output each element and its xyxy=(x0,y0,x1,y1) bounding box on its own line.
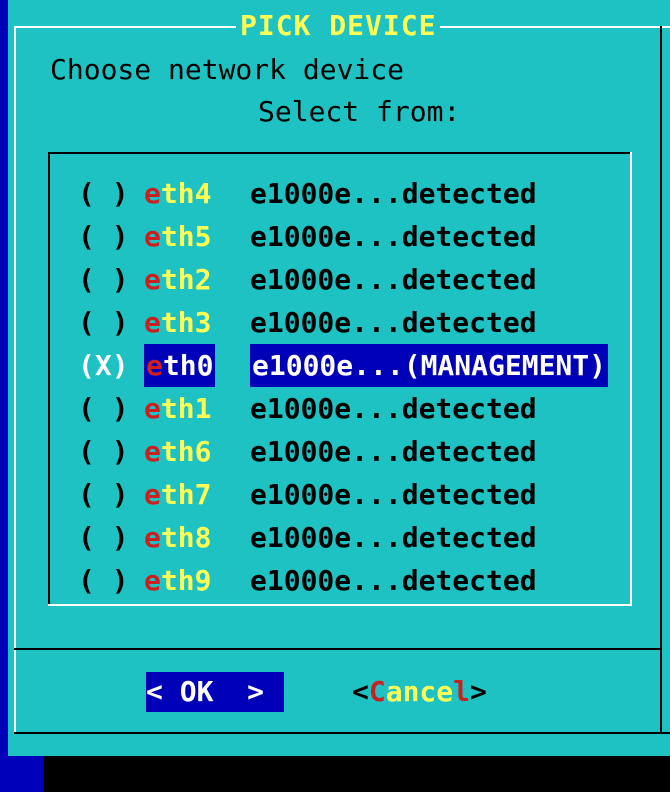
listbox-top xyxy=(48,152,632,154)
device-list: ( ) eth4 e1000e...detected( ) eth5 e1000e...… xyxy=(48,172,632,602)
radio-mark[interactable]: ( ) xyxy=(78,215,129,258)
device-row[interactable]: ( ) eth5 e1000e...detected xyxy=(48,215,632,258)
device-name: eth7 xyxy=(144,473,211,516)
device-row[interactable]: ( ) eth7 e1000e...detected xyxy=(48,473,632,516)
device-name-hotkey: e xyxy=(144,177,161,210)
device-description: e1000e...detected xyxy=(250,564,537,597)
listbox-bottom xyxy=(48,604,632,606)
frame-right xyxy=(660,26,662,732)
device-name: eth1 xyxy=(144,387,211,430)
radio-mark[interactable]: (X) xyxy=(78,344,129,387)
cancel-button[interactable]: <Cancel> xyxy=(352,672,487,712)
device-name-rest: th0 xyxy=(162,349,214,382)
device-row[interactable]: (X) eth0 e1000e...(MANAGEMENT) xyxy=(48,344,632,387)
cancel-right-bracket: > xyxy=(470,675,487,708)
dialog-prompt: Choose network device xyxy=(50,53,405,86)
device-description: e1000e...detected xyxy=(250,521,537,554)
device-name-hotkey: e xyxy=(144,564,161,597)
device-name-rest: th4 xyxy=(160,177,212,210)
cancel-label-tail: l xyxy=(453,675,471,708)
device-name: eth0 xyxy=(144,344,216,387)
device-name: eth4 xyxy=(144,172,211,215)
device-name-hotkey: e xyxy=(144,478,161,511)
device-row[interactable]: ( ) eth6 e1000e...detected xyxy=(48,430,632,473)
device-name-rest: th2 xyxy=(160,263,212,296)
ok-right-bracket: > xyxy=(247,675,265,708)
device-row[interactable]: ( ) eth3 e1000e...detected xyxy=(48,301,632,344)
radio-mark[interactable]: ( ) xyxy=(78,516,129,559)
button-separator xyxy=(14,648,660,650)
device-name-hotkey: e xyxy=(144,220,161,253)
device-name: eth5 xyxy=(144,215,211,258)
device-row[interactable]: ( ) eth9 e1000e...detected xyxy=(48,559,632,602)
device-name-hotkey: e xyxy=(144,306,161,339)
device-name: eth8 xyxy=(144,516,211,559)
device-row[interactable]: ( ) eth4 e1000e...detected xyxy=(48,172,632,215)
radio-mark[interactable]: ( ) xyxy=(78,559,129,602)
device-name-hotkey: e xyxy=(144,435,161,468)
cancel-label-rest: ance xyxy=(385,675,454,708)
device-name-hotkey: e xyxy=(146,349,163,382)
cancel-hotkey: C xyxy=(368,675,386,708)
device-name-rest: th7 xyxy=(160,478,212,511)
device-description: e1000e...detected xyxy=(250,478,537,511)
radio-mark[interactable]: ( ) xyxy=(78,387,129,430)
device-row[interactable]: ( ) eth8 e1000e...detected xyxy=(48,516,632,559)
terminal-screen: PICK DEVICE Choose network device Select… xyxy=(0,0,670,792)
dialog-shadow xyxy=(44,756,670,792)
radio-mark[interactable]: ( ) xyxy=(78,473,129,516)
dialog-title: PICK DEVICE xyxy=(236,8,441,44)
cancel-left-bracket: < xyxy=(352,675,369,708)
device-name-rest: th9 xyxy=(160,564,212,597)
radio-mark[interactable]: ( ) xyxy=(78,430,129,473)
device-name-hotkey: e xyxy=(144,392,161,425)
device-name-rest: th8 xyxy=(160,521,212,554)
device-listbox[interactable]: ( ) eth4 e1000e...detected( ) eth5 e1000e...… xyxy=(48,152,632,606)
device-description: e1000e...detected xyxy=(250,263,537,296)
device-description: e1000e...detected xyxy=(250,306,537,339)
radio-mark[interactable]: ( ) xyxy=(78,258,129,301)
device-name: eth3 xyxy=(144,301,211,344)
radio-mark[interactable]: ( ) xyxy=(78,301,129,344)
device-name-rest: th5 xyxy=(160,220,212,253)
device-name: eth9 xyxy=(144,559,211,602)
ok-button[interactable]: < OK > xyxy=(146,672,284,712)
dialog-subprompt: Select from: xyxy=(258,95,461,128)
radio-mark[interactable]: ( ) xyxy=(78,172,129,215)
device-description: e1000e...detected xyxy=(250,220,537,253)
device-name: eth2 xyxy=(144,258,211,301)
frame-left xyxy=(14,26,16,732)
frame-bottom xyxy=(14,732,670,734)
device-row[interactable]: ( ) eth1 e1000e...detected xyxy=(48,387,632,430)
device-name-hotkey: e xyxy=(144,263,161,296)
device-name-rest: th1 xyxy=(160,392,212,425)
device-name-hotkey: e xyxy=(144,521,161,554)
device-description: e1000e...(MANAGEMENT) xyxy=(250,344,609,387)
ok-label: OK xyxy=(162,675,231,708)
device-row[interactable]: ( ) eth2 e1000e...detected xyxy=(48,258,632,301)
ok-left-bracket: < xyxy=(146,675,163,708)
device-name-rest: th3 xyxy=(160,306,212,339)
device-description: e1000e...detected xyxy=(250,435,537,468)
device-description: e1000e...detected xyxy=(250,392,537,425)
device-name-rest: th6 xyxy=(160,435,212,468)
device-name: eth6 xyxy=(144,430,211,473)
device-description: e1000e...detected xyxy=(250,177,537,210)
